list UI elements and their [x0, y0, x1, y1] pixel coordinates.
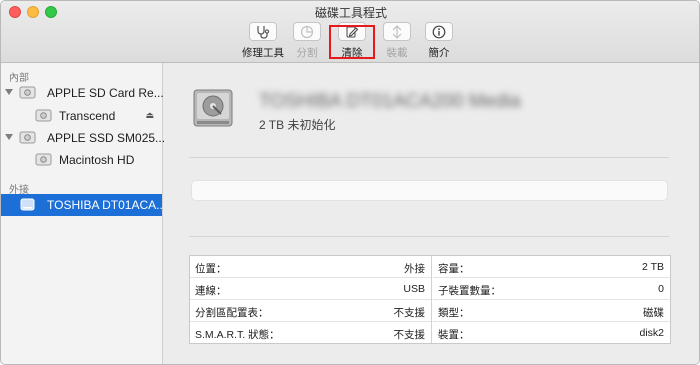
- info-row: S.M.A.R.T. 狀態： 不支援: [190, 322, 431, 344]
- internal-disk-icon: [19, 131, 36, 144]
- detail-pane: TOSHIBA DT01ACA200 Media 2 TB 未初始化 位置： 外…: [164, 63, 699, 364]
- first-aid-button-frame[interactable]: [249, 22, 277, 41]
- info-button[interactable]: 簡介: [413, 22, 465, 60]
- info-key: 連線：: [195, 285, 227, 297]
- eject-icon[interactable]: ⏏: [145, 110, 154, 121]
- drive-subtitle: 2 TB 未初始化: [259, 118, 336, 132]
- divider: [189, 236, 669, 237]
- disclosure-triangle-icon[interactable]: [5, 89, 13, 95]
- mount-button-frame[interactable]: [383, 22, 411, 41]
- info-key: 裝置：: [438, 329, 470, 341]
- info-column-right: 容量： 2 TB 子裝置數量： 0 類型： 磁碟 裝置： disk2: [433, 256, 670, 343]
- sidebar-item-apple-ssd[interactable]: APPLE SSD SM025...: [1, 127, 166, 149]
- info-value: USB: [403, 283, 425, 295]
- info-table: 位置： 外接 連線： USB 分割區配置表： 不支援 S.M.A.R.T. 狀態…: [189, 255, 671, 344]
- info-value: 不支援: [393, 307, 426, 319]
- info-value: disk2: [639, 327, 664, 339]
- volume-icon: [35, 109, 52, 122]
- external-disk-icon: [20, 198, 35, 211]
- hard-drive-icon: [193, 89, 233, 127]
- toolbar: 磁碟工具程式 修理工具 分割 清除 裝載 簡介: [1, 1, 699, 63]
- sidebar-item-label: TOSHIBA DT01ACA...: [47, 198, 167, 212]
- sidebar: 內部 APPLE SD Card Re... Transcend ⏏ APPLE…: [1, 63, 166, 364]
- info-row: 子裝置數量： 0: [433, 278, 670, 300]
- info-key: 子裝置數量：: [438, 285, 501, 297]
- erase-highlight-box: [329, 25, 375, 59]
- divider: [189, 157, 669, 158]
- usage-bar: [191, 180, 668, 201]
- info-icon: [432, 25, 446, 38]
- info-row: 裝置： disk2: [433, 322, 670, 344]
- info-value: 不支援: [393, 329, 426, 341]
- info-button-frame[interactable]: [425, 22, 453, 41]
- disclosure-triangle-icon[interactable]: [5, 134, 13, 140]
- info-key: S.M.A.R.T. 狀態：: [195, 329, 280, 341]
- info-row: 容量： 2 TB: [433, 256, 670, 278]
- internal-disk-icon: [19, 86, 36, 99]
- info-value: 外接: [404, 263, 425, 275]
- sidebar-item-label: Macintosh HD: [59, 153, 135, 167]
- window-title: 磁碟工具程式: [314, 6, 387, 20]
- info-key: 分割區配置表：: [195, 307, 269, 319]
- sidebar-item-macintosh-hd[interactable]: Macintosh HD: [1, 149, 162, 171]
- info-row: 分割區配置表： 不支援: [190, 300, 431, 322]
- info-key: 類型：: [438, 307, 470, 319]
- sidebar-item-label: APPLE SD Card Re...: [47, 86, 164, 100]
- info-row: 連線： USB: [190, 278, 431, 300]
- info-key: 位置：: [195, 263, 227, 275]
- partition-button-frame[interactable]: [293, 22, 321, 41]
- sidebar-item-label: Transcend: [59, 109, 116, 123]
- volume-icon: [35, 153, 52, 166]
- info-label: 簡介: [428, 47, 450, 59]
- info-row: 位置： 外接: [190, 256, 431, 278]
- info-value: 0: [658, 283, 664, 295]
- disk-utility-window: 磁碟工具程式 修理工具 分割 清除 裝載 簡介 內部 APPLE SD Card…: [0, 0, 700, 365]
- info-column-left: 位置： 外接 連線： USB 分割區配置表： 不支援 S.M.A.R.T. 狀態…: [190, 256, 432, 343]
- info-key: 容量：: [438, 263, 470, 275]
- info-value: 磁碟: [643, 307, 664, 319]
- pie-partition-icon: [300, 25, 314, 38]
- sidebar-item-apple-sd-card[interactable]: APPLE SD Card Re...: [1, 82, 164, 104]
- mount-icon: [392, 24, 402, 39]
- sidebar-item-label: APPLE SSD SM025...: [47, 131, 166, 145]
- sidebar-item-transcend[interactable]: Transcend ⏏: [1, 105, 162, 127]
- drive-name: TOSHIBA DT01ACA200 Media: [259, 91, 521, 112]
- sidebar-item-toshiba[interactable]: TOSHIBA DT01ACA...: [1, 194, 166, 216]
- info-value: 2 TB: [642, 261, 664, 273]
- info-row: 類型： 磁碟: [433, 300, 670, 322]
- stethoscope-icon: [257, 25, 270, 39]
